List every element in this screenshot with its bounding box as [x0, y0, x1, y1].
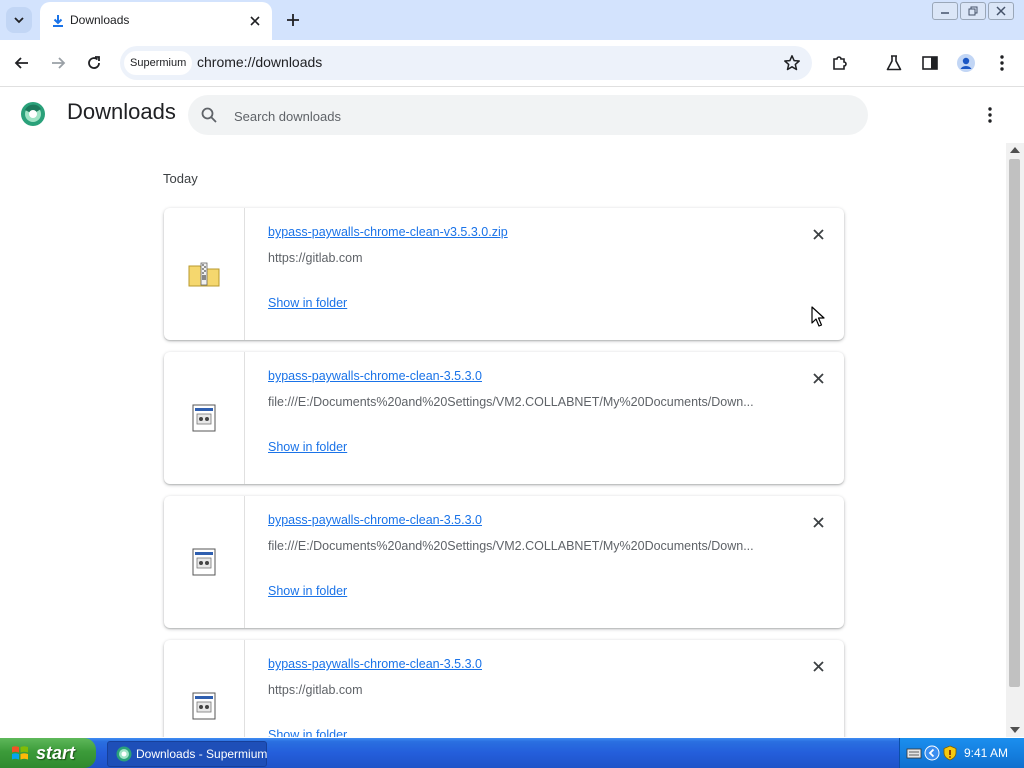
- show-in-folder-link[interactable]: Show in folder: [268, 728, 347, 737]
- downloads-menu-button[interactable]: [978, 103, 1002, 127]
- profile-chip[interactable]: Supermium: [124, 51, 193, 75]
- window-controls: [930, 2, 1014, 20]
- address-bar[interactable]: Supermium chrome://downloads: [120, 46, 812, 80]
- bookmark-button[interactable]: [782, 53, 802, 73]
- close-icon: [812, 660, 824, 672]
- download-item: bypass-paywalls-chrome-clean-3.5.3.0 htt…: [164, 640, 844, 737]
- avatar-icon: [957, 54, 975, 72]
- search-box[interactable]: [188, 95, 868, 135]
- minimize-icon: [941, 12, 949, 14]
- tab-close-button[interactable]: [246, 12, 264, 30]
- file-source-url: file:///E:/Documents%20and%20Settings/VM…: [268, 539, 754, 553]
- supermium-logo-icon: [21, 102, 45, 126]
- remove-download-button[interactable]: [808, 512, 828, 532]
- browser-menu-button[interactable]: [990, 51, 1014, 75]
- start-button[interactable]: start: [0, 738, 96, 768]
- file-icon-area: [164, 496, 245, 628]
- page-title: Downloads: [67, 99, 176, 124]
- show-in-folder-link[interactable]: Show in folder: [268, 440, 347, 454]
- side-panel-button[interactable]: [918, 51, 942, 75]
- windows-logo-icon: [12, 746, 28, 760]
- security-shield-icon[interactable]: [942, 745, 958, 761]
- tab-strip: Downloads: [0, 0, 1024, 40]
- download-item: bypass-paywalls-chrome-clean-3.5.3.0 fil…: [164, 352, 844, 484]
- show-in-folder-link[interactable]: Show in folder: [268, 584, 347, 598]
- remove-download-button[interactable]: [808, 224, 828, 244]
- file-name-link[interactable]: bypass-paywalls-chrome-clean-3.5.3.0: [268, 513, 482, 527]
- plus-icon: [287, 14, 299, 26]
- new-tab-button[interactable]: [282, 9, 304, 31]
- side-panel-icon: [922, 56, 938, 70]
- taskbar-window-label: Downloads - Supermium: [136, 747, 268, 761]
- file-icon-area: [164, 208, 245, 340]
- file-icon-area: [164, 640, 245, 737]
- file-source-url: file:///E:/Documents%20and%20Settings/VM…: [268, 395, 754, 409]
- supermium-logo-icon: [116, 746, 132, 762]
- system-tray: 9:41 AM: [899, 738, 1024, 768]
- search-input[interactable]: [232, 104, 836, 128]
- file-icon-area: [164, 352, 245, 484]
- flask-icon: [886, 55, 902, 71]
- scroll-up-arrow-icon[interactable]: [1010, 147, 1020, 153]
- browser-toolbar: Supermium chrome://downloads: [0, 40, 1024, 87]
- scroll-down-arrow-icon[interactable]: [1010, 727, 1020, 733]
- date-section-label: Today: [163, 171, 198, 186]
- close-icon: [812, 516, 824, 528]
- kebab-menu-icon: [1000, 55, 1004, 71]
- page-scrollbar[interactable]: [1006, 143, 1024, 737]
- generic-file-icon: [192, 548, 216, 576]
- close-icon: [250, 16, 260, 26]
- windows-taskbar: start Downloads - Supermium 9:41 AM: [0, 738, 1024, 768]
- taskbar-window-button[interactable]: Downloads - Supermium: [107, 741, 267, 767]
- tab-search-button[interactable]: [6, 7, 32, 33]
- close-icon: [996, 6, 1006, 16]
- zip-folder-icon: [188, 262, 220, 287]
- reload-button[interactable]: [82, 51, 106, 75]
- remove-download-button[interactable]: [808, 368, 828, 388]
- start-label: start: [36, 742, 76, 763]
- close-window-button[interactable]: [988, 2, 1014, 20]
- file-name-link[interactable]: bypass-paywalls-chrome-clean-v3.5.3.0.zi…: [268, 225, 508, 239]
- puzzle-icon: [833, 56, 847, 70]
- download-icon: [53, 15, 63, 27]
- close-icon: [812, 228, 824, 240]
- profile-button[interactable]: [954, 51, 978, 75]
- file-name-link[interactable]: bypass-paywalls-chrome-clean-3.5.3.0: [268, 657, 482, 671]
- arrow-left-icon: [14, 57, 28, 69]
- restore-icon: [968, 6, 978, 16]
- remove-download-button[interactable]: [808, 656, 828, 676]
- labs-button[interactable]: [882, 51, 906, 75]
- star-icon: [784, 55, 800, 71]
- scroll-thumb[interactable]: [1009, 159, 1020, 687]
- show-in-folder-link[interactable]: Show in folder: [268, 296, 347, 310]
- tab-title: Downloads: [70, 13, 130, 27]
- minimize-button[interactable]: [932, 2, 958, 20]
- url-text[interactable]: chrome://downloads: [197, 54, 322, 70]
- download-item: bypass-paywalls-chrome-clean-3.5.3.0 fil…: [164, 496, 844, 628]
- file-source-url: https://gitlab.com: [268, 683, 363, 697]
- keyboard-icon[interactable]: [906, 745, 922, 761]
- back-button[interactable]: [10, 51, 34, 75]
- tab-downloads[interactable]: Downloads: [40, 2, 272, 40]
- close-icon: [812, 372, 824, 384]
- downloads-list: Today bypass-paywalls-chrome-clean-v3.5.…: [0, 143, 1006, 737]
- arrow-right-icon: [52, 57, 66, 69]
- forward-button[interactable]: [46, 51, 70, 75]
- file-name-link[interactable]: bypass-paywalls-chrome-clean-3.5.3.0: [268, 369, 482, 383]
- file-source-url: https://gitlab.com: [268, 251, 363, 265]
- reload-icon: [88, 56, 100, 69]
- clock: 9:41 AM: [963, 746, 1008, 760]
- search-icon: [201, 107, 217, 123]
- generic-file-icon: [192, 404, 216, 432]
- mouse-cursor-icon: [811, 306, 825, 327]
- restore-button[interactable]: [960, 2, 986, 20]
- chevron-left-icon[interactable]: [924, 745, 940, 761]
- kebab-menu-icon: [988, 107, 992, 123]
- extensions-button[interactable]: [828, 51, 852, 75]
- generic-file-icon: [192, 692, 216, 720]
- chevron-down-icon: [14, 17, 24, 24]
- downloads-header: Downloads: [0, 87, 1024, 143]
- download-item: bypass-paywalls-chrome-clean-v3.5.3.0.zi…: [164, 208, 844, 340]
